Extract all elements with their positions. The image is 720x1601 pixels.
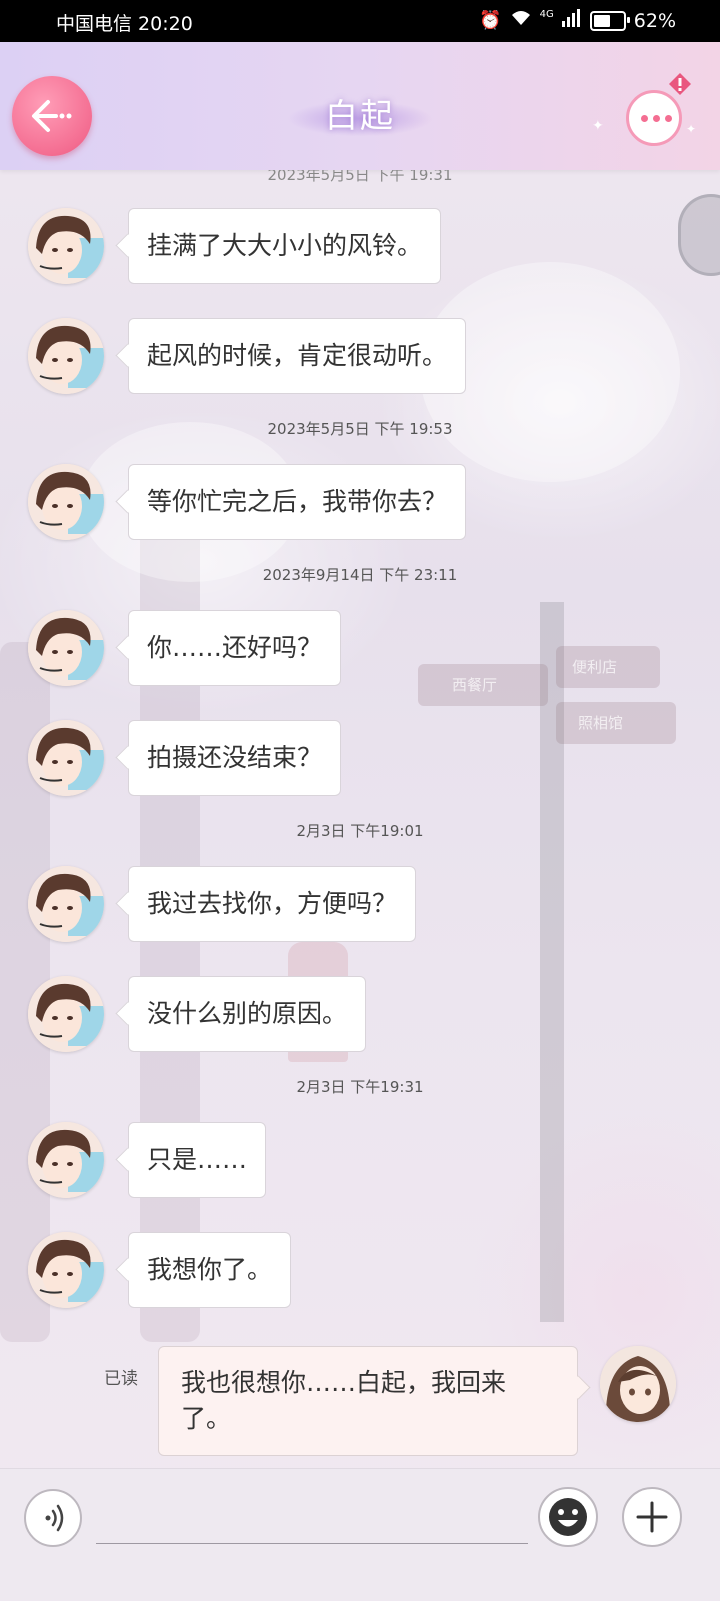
contact-avatar[interactable] [28,1122,104,1198]
contact-avatar[interactable] [28,720,104,796]
chat-message-list[interactable]: 2023年5月5日 下午 19:31 已读 我也很想你……白起，我回来了。 挂满… [0,170,720,1500]
input-bar [0,1468,720,1601]
contact-avatar[interactable] [28,464,104,540]
contact-avatar[interactable] [28,208,104,284]
signal-icon [561,9,582,32]
contact-avatar[interactable] [28,866,104,942]
contact-avatar[interactable] [28,318,104,394]
message-bubble[interactable]: 我过去找你，方便吗？ [128,866,417,942]
back-arrow-icon [32,100,72,132]
sparkle-icon: ✦ [686,122,697,136]
plus-icon [636,1501,668,1533]
message-timestamp: 2023年9月14日 下午 23:11 [262,566,458,584]
message-bubble[interactable]: 拍摄还没结束？ [128,720,342,796]
alert-badge-icon [669,73,691,95]
contact-avatar[interactable] [28,976,104,1052]
battery-icon [589,10,630,31]
message-timestamp: 2月3日 下午19:01 [296,822,424,840]
sparkle-icon: ✦ [592,118,604,134]
floating-side-handle[interactable] [678,194,720,276]
message-bubble[interactable]: 起风的时候，肯定很动听。 [128,318,467,394]
emoji-button[interactable] [538,1487,598,1547]
message-bubble[interactable]: 你……还好吗？ [128,610,342,686]
emoji-icon [549,1498,587,1536]
message-bubble[interactable]: 等你忙完之后，我带你去？ [128,464,467,540]
message-bubble[interactable]: 挂满了大大小小的风铃。 [128,208,442,284]
network-label: 4G [539,9,554,20]
back-button[interactable] [12,76,92,156]
title-container: 白起 [270,90,450,142]
my-avatar[interactable] [600,1346,676,1422]
more-options-button[interactable] [626,90,682,146]
read-status: 已读 [104,1369,138,1389]
page-title: 白起 [325,96,395,135]
contact-avatar[interactable] [28,1232,104,1308]
carrier-time: 中国电信 20:20 [56,13,193,35]
message-timestamp: 2023年5月5日 下午 19:53 [267,420,453,438]
message-bubble[interactable]: 只是…… [128,1122,267,1198]
alarm-icon: ⏰ [479,10,502,31]
message-bubble[interactable]: 没什么别的原因。 [128,976,367,1052]
chat-header: 白起 ✦ ✦ [0,42,720,170]
battery-percent: 62% [633,9,676,32]
more-dots-icon [641,115,672,122]
voice-icon [45,1504,64,1532]
message-timestamp: 2月3日 下午19:31 [296,1078,424,1096]
status-bar: 中国电信 20:20 ⏰ 4G 62% [0,0,720,42]
wifi-icon [510,9,532,32]
my-message-bubble[interactable]: 我也很想你……白起，我回来了。 [158,1346,578,1456]
message-bubble[interactable]: 我想你了。 [128,1232,292,1308]
plus-button[interactable] [622,1487,682,1547]
contact-avatar[interactable] [28,610,104,686]
message-input[interactable] [96,1543,528,1544]
voice-button[interactable] [24,1489,82,1547]
partial-timestamp: 2023年5月5日 下午 19:31 [267,170,453,184]
